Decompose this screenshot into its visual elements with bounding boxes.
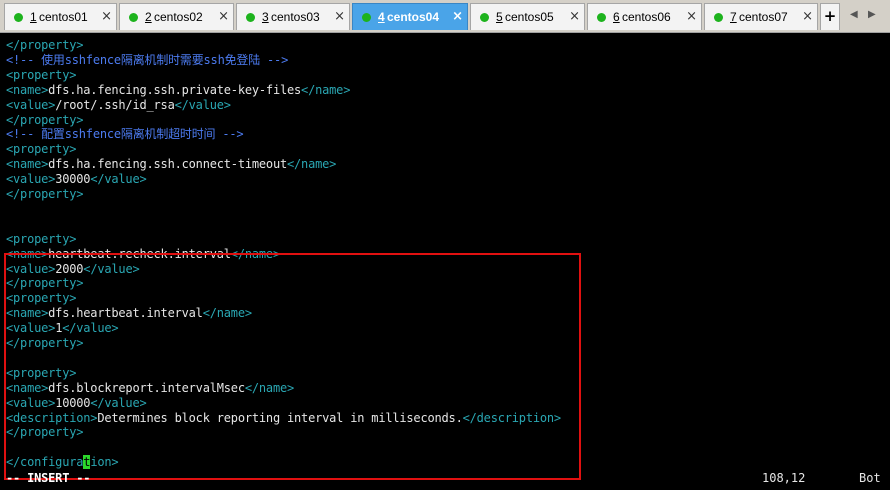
tab-centos03[interactable]: 3 centos03 × <box>236 3 350 30</box>
xml-tag: <property> <box>6 231 77 246</box>
xml-tag: <name> <box>6 157 49 172</box>
xml-tag: </name> <box>287 157 337 172</box>
xml-tag: </name> <box>301 82 351 97</box>
tab-label: centos04 <box>387 10 440 24</box>
xml-text: /root/.ssh/id_rsa <box>55 97 175 112</box>
tab-label: centos01 <box>39 10 88 24</box>
editor-line: </property> <box>6 113 83 128</box>
tab-centos04[interactable]: 4 centos04 × <box>352 3 468 30</box>
close-icon[interactable]: × <box>452 9 463 24</box>
tab-number: 6 <box>613 10 620 24</box>
editor-line: <property> <box>6 232 76 247</box>
session-status-icon <box>129 13 138 22</box>
xml-tag: </property> <box>6 187 84 201</box>
tab-label: centos05 <box>505 10 554 24</box>
editor-line: <value>/root/.ssh/id_rsa</value> <box>6 98 231 113</box>
xml-comment: <!-- 使用sshfence隔离机制时需要ssh免登陆 --> <box>6 52 289 67</box>
editor-line: <property> <box>6 68 76 83</box>
highlight-annotation-box <box>4 253 581 480</box>
close-icon[interactable]: × <box>334 9 345 24</box>
xml-text: dfs.ha.fencing.ssh.connect-timeout <box>48 157 287 172</box>
xml-tag: </property> <box>6 38 84 52</box>
tab-centos07[interactable]: 7 centos07 × <box>704 3 818 30</box>
close-icon[interactable]: × <box>802 9 813 24</box>
close-icon[interactable]: × <box>218 9 229 24</box>
tab-centos06[interactable]: 6 centos06 × <box>587 3 702 30</box>
scroll-position: Bot <box>859 471 881 485</box>
tab-label: centos02 <box>154 10 203 24</box>
xml-comment: <!-- 配置sshfence隔离机制超时时间 --> <box>6 127 244 142</box>
tab-label: centos03 <box>271 10 320 24</box>
xml-text: dfs.ha.fencing.ssh.private-key-files <box>48 82 302 97</box>
session-status-icon <box>597 13 606 22</box>
xml-tag: </property> <box>6 112 84 127</box>
mode-indicator: -- INSERT -- <box>6 471 91 485</box>
editor-line: <name>dfs.ha.fencing.ssh.connect-timeout… <box>6 157 336 172</box>
tab-bar: 1 centos01 × 2 centos02 × 3 centos03 × 4 cento… <box>0 0 890 33</box>
tab-label: centos06 <box>622 10 671 24</box>
tab-centos05[interactable]: 5 centos05 × <box>470 3 585 30</box>
session-status-icon <box>362 13 371 22</box>
tab-label: centos07 <box>739 10 788 24</box>
xml-tag: </value> <box>174 97 231 112</box>
close-icon[interactable]: × <box>569 9 580 24</box>
session-status-icon <box>14 13 23 22</box>
cursor-position: 108,12 <box>762 471 806 485</box>
xml-tag: <value> <box>6 172 56 187</box>
session-status-icon <box>480 13 489 22</box>
close-icon[interactable]: × <box>686 9 697 24</box>
scroll-left-icon[interactable]: ◀ <box>850 9 858 20</box>
tab-number: 2 <box>145 10 152 24</box>
xml-tag: </value> <box>90 172 147 187</box>
editor-line: <property> <box>6 142 76 157</box>
xml-tag: <value> <box>6 97 56 112</box>
add-tab-button[interactable]: + <box>820 3 840 30</box>
scroll-right-icon[interactable]: ▶ <box>868 9 876 20</box>
tab-number: 1 <box>30 10 37 24</box>
tab-centos02[interactable]: 2 centos02 × <box>119 3 234 30</box>
editor-line: <name>dfs.ha.fencing.ssh.private-key-fil… <box>6 83 350 98</box>
tab-number: 7 <box>730 10 737 24</box>
xml-tag: <property> <box>6 142 77 157</box>
editor-line: <!-- 配置sshfence隔离机制超时时间 --> <box>6 127 244 142</box>
tab-number: 4 <box>378 10 385 24</box>
xml-tag: <name> <box>6 82 49 97</box>
session-status-icon <box>246 13 255 22</box>
session-status-icon <box>714 13 723 22</box>
close-icon[interactable]: × <box>101 9 112 24</box>
tab-number: 5 <box>496 10 503 24</box>
editor-line: </property> <box>6 38 83 53</box>
tab-number: 3 <box>262 10 269 24</box>
xml-tag: <property> <box>6 67 77 82</box>
editor-line: <!-- 使用sshfence隔离机制时需要ssh免登陆 --> <box>6 53 288 68</box>
editor-line: </property> <box>6 187 83 202</box>
editor-line: <value>30000</value> <box>6 172 147 187</box>
terminal-area[interactable]: </property> <!-- 使用sshfence隔离机制时需要ssh免登陆 … <box>0 33 890 490</box>
tab-centos01[interactable]: 1 centos01 × <box>4 3 117 30</box>
xml-text: 30000 <box>55 172 91 187</box>
